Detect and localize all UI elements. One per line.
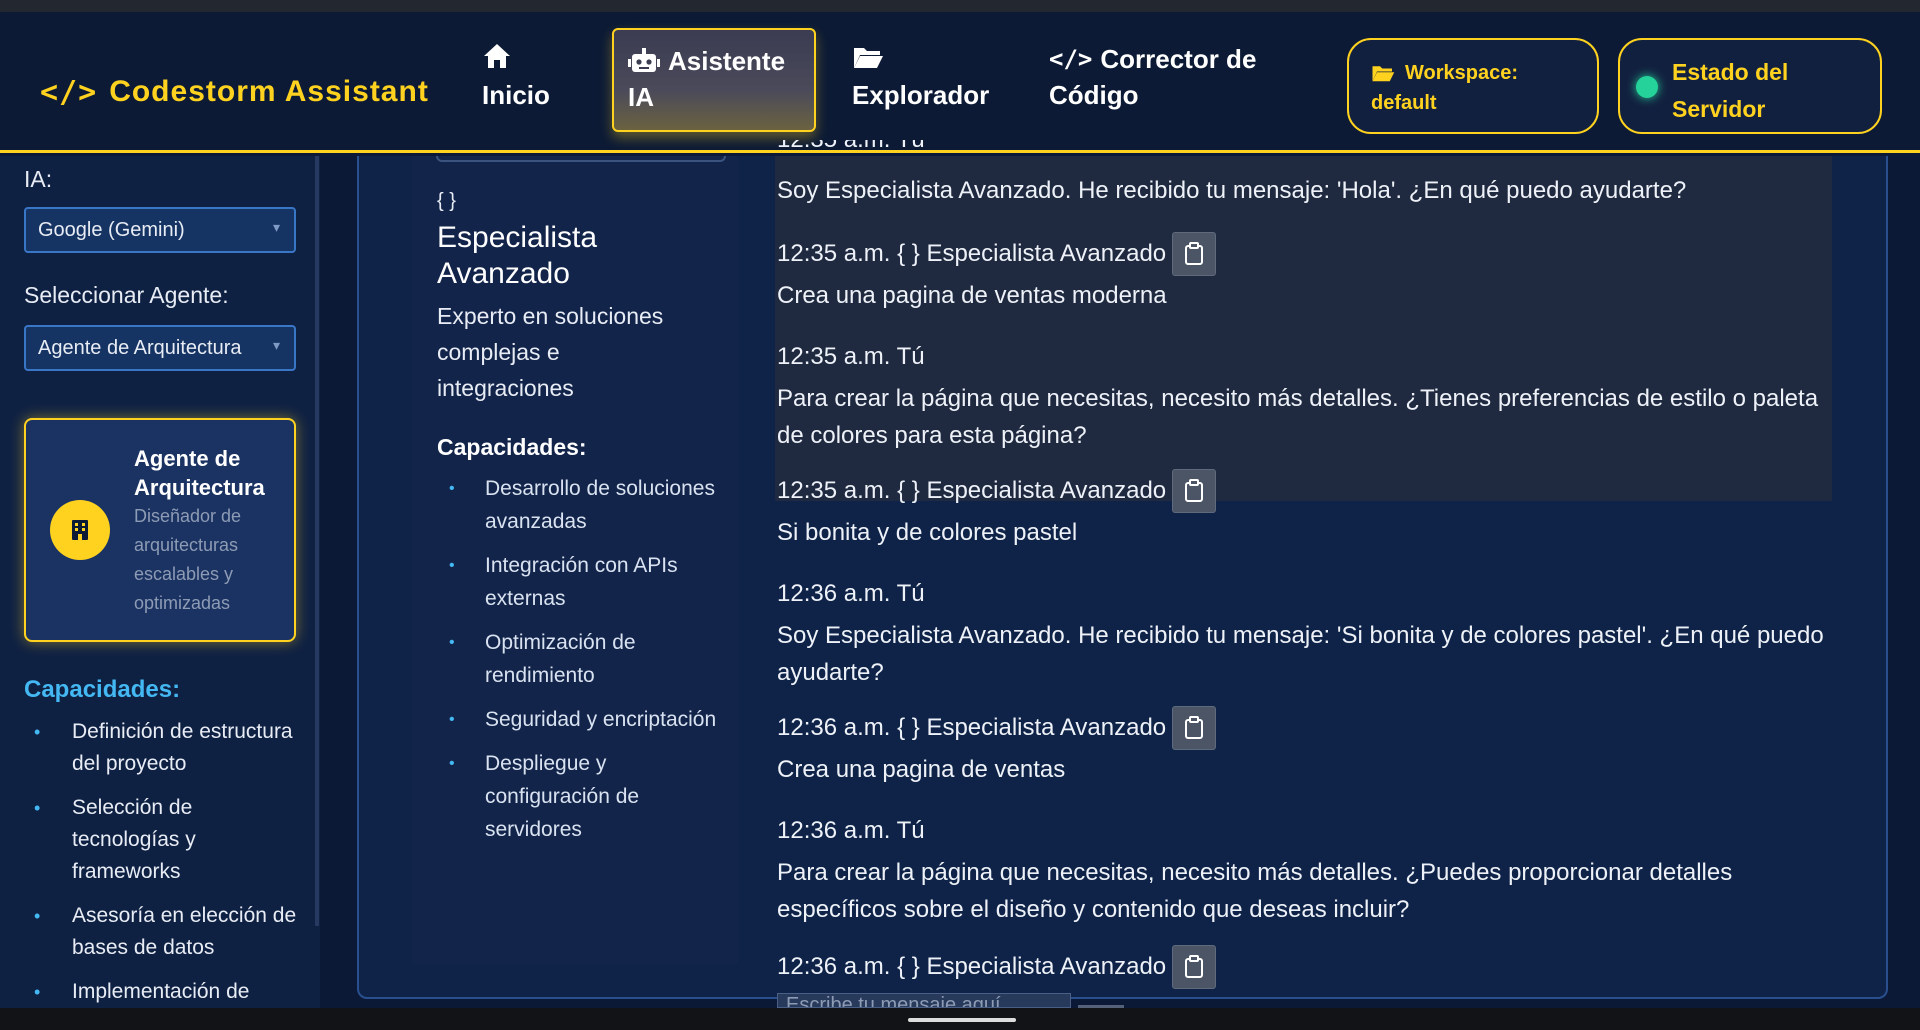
nav-label: IA [628,82,654,112]
home-indicator[interactable] [908,1018,1016,1022]
nav-label: Código [1049,80,1139,110]
message-input[interactable]: Escribe tu mensaje aquí... [777,993,1071,1008]
message-text: Crea una pagina de ventas [777,756,1066,783]
copy-button[interactable] [1172,706,1217,750]
chat-message: 12:36 a.m. Tú Soy Especialista Avanzado.… [777,573,1837,691]
agent-card[interactable]: Agente de Arquitectura Diseñador de arqu… [24,418,296,642]
specialist-description: Experto en soluciones complejas e integr… [437,303,664,401]
message-meta: 12:36 a.m. { } Especialista Avanzado [777,953,1167,980]
server-status-button[interactable]: Estado del Servidor [1618,38,1882,134]
ia-select[interactable]: Google (Gemini) ▾ [24,207,296,253]
system-top-strip [0,0,1920,12]
workspace-value: default [1371,92,1437,114]
folder-open-icon [852,42,989,76]
message-meta: 12:35 a.m. Tú [777,343,925,370]
chat-message: 12:36 a.m. Tú Para crear la página que n… [777,810,1837,928]
nav-label: Corrector de [1100,44,1257,74]
nav-item-corrector-de-codigo[interactable]: </> Corrector de Código [1035,28,1270,132]
nav-item-inicio[interactable]: Inicio [468,28,564,132]
ia-selected-value: Google (Gemini) [38,219,185,241]
message-text: Crea una pagina de ventas moderna [777,282,1167,309]
status-indicator [1636,76,1658,98]
workspace-badge[interactable]: Workspace: default [1347,38,1599,134]
message-text: Soy Especialista Avanzado. He recibido t… [777,177,1687,204]
copy-button[interactable] [1172,232,1217,276]
top-navbar: </> Codestorm Assistant Inicio Asistente… [0,12,1920,153]
message-meta: 12:35 a.m. Tú [777,140,1077,156]
clipboard-icon [1185,716,1204,739]
list-item: Despliegue y configuración de servidores [437,747,727,846]
chevron-down-icon: ▾ [272,219,280,235]
chat-message: 12:35 a.m. { } Especialista Avanzado Cre… [777,232,1837,314]
clipboard-icon [1185,479,1204,502]
message-meta: 12:36 a.m. Tú [777,817,925,844]
specialist-capabilities-list: Desarrollo de soluciones avanzadas Integ… [437,472,727,857]
building-icon [50,500,110,560]
chat-message: 12:36 a.m. { } Especialista Avanzado Cre… [777,706,1837,788]
clipboard-icon [1185,955,1204,978]
nav-label: Asistente [668,46,786,76]
agent-select[interactable]: Agente de Arquitectura ▾ [24,325,296,371]
nav-item-explorador[interactable]: Explorador [838,28,1003,132]
specialist-name: Especialista Avanzado [437,221,598,290]
list-item: Implementación de [24,976,304,1008]
chevron-down-icon: ▾ [272,337,280,353]
message-meta: 12:36 a.m. Tú [777,580,925,607]
sidebar: IA: Google (Gemini) ▾ Seleccionar Agente… [0,156,320,1008]
list-item: Seguridad y encriptación [437,703,727,736]
message-text: Para crear la página que necesitas, nece… [777,385,1819,449]
specialist-panel: { } Especialista Avanzado Experto en sol… [412,156,738,964]
list-item: Asesoría en elección de bases de datos [24,900,304,964]
clipboard-icon [1185,242,1204,265]
home-icon [482,42,550,76]
brand[interactable]: </> Codestorm Assistant [40,62,429,122]
agent-card-description: Diseñador de arquitecturas escalables y … [134,506,242,613]
message-meta: 12:35 a.m. { } Especialista Avanzado [777,477,1167,504]
capabilities-list: Definición de estructura del proyecto Se… [24,716,304,1008]
code-icon: </> [1049,45,1093,73]
list-item: Desarrollo de soluciones avanzadas [437,472,727,538]
list-item: Selección de tecnologías y frameworks [24,792,304,888]
chat-message: 12:36 a.m. { } Especialista Avanzado [777,945,1837,989]
agent-card-title: Agente de Arquitectura [134,446,265,500]
message-meta: 12:36 a.m. { } Especialista Avanzado [777,714,1167,741]
list-item: Integración con APIs externas [437,549,727,615]
nav-label: Inicio [482,80,550,110]
server-label: Estado del [1672,59,1789,85]
robot-icon [628,46,660,76]
code-icon: </> [40,74,98,110]
brand-title: Codestorm Assistant [109,75,429,108]
nav-item-asistente-ia[interactable]: Asistente IA [612,28,816,132]
server-label: Servidor [1672,96,1766,122]
braces-icon: { } [437,190,456,212]
nav-label: Explorador [852,80,990,110]
ia-label: IA: [24,166,53,192]
chat-message: Soy Especialista Avanzado. He recibido t… [777,170,1837,209]
message-text: Si bonita y de colores pastel [777,519,1078,546]
copy-button[interactable] [1172,945,1217,989]
sidebar-scrollbar[interactable] [315,156,319,926]
agent-selected-value: Agente de Arquitectura [38,337,242,359]
agent-select-label: Seleccionar Agente: [24,282,229,308]
chat-message: 12:35 a.m. Tú Para crear la página que n… [777,336,1837,454]
list-item: Optimización de rendimiento [437,626,727,692]
message-text: Para crear la página que necesitas, nece… [777,859,1733,923]
list-item: Definición de estructura del proyecto [24,716,304,780]
message-meta: 12:35 a.m. { } Especialista Avanzado [777,240,1167,267]
copy-button[interactable] [1172,469,1217,513]
capabilities-title: Capacidades: [24,676,181,703]
folder-open-icon [1371,62,1395,84]
chat-message: 12:35 a.m. { } Especialista Avanzado Si … [777,469,1837,551]
specialist-capabilities-title: Capacidades: [437,434,587,460]
message-text: Soy Especialista Avanzado. He recibido t… [777,622,1824,686]
workspace-label: Workspace: [1405,62,1519,84]
specialist-select-edge[interactable] [436,156,726,162]
